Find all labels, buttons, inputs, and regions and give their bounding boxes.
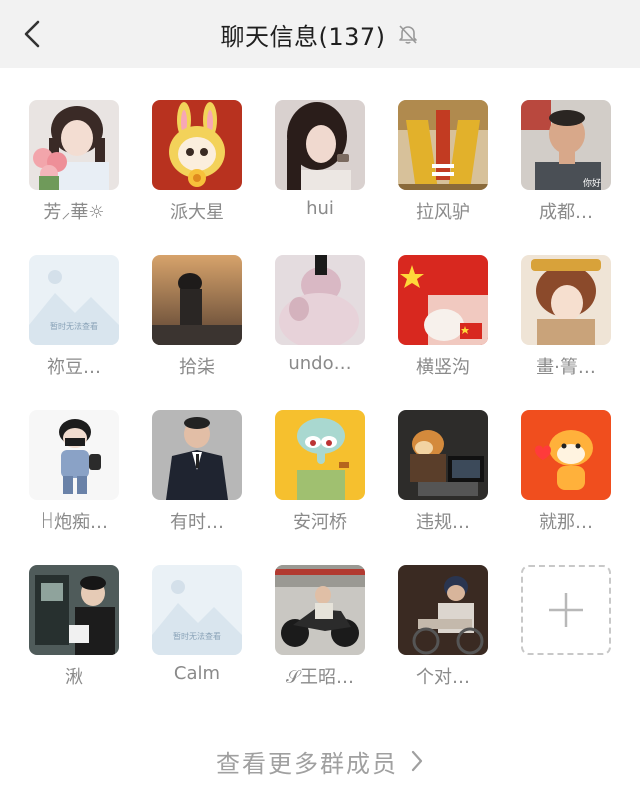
member-item[interactable]: 畫·箐… [521,255,611,385]
avatar [152,410,242,500]
member-name: ꀿ炮痴… [39,512,109,533]
member-name: 就那… [539,512,593,533]
avatar [29,100,119,190]
avatar: 暂时无法查看 [29,255,119,345]
member-name: 成都… [539,202,593,223]
member-item[interactable]: 芳⸝華☼ [29,100,119,230]
svg-text:暂时无法查看: 暂时无法查看 [173,631,221,641]
avatar [275,410,365,500]
view-more-members-link[interactable]: 查看更多群成员 [0,744,640,778]
svg-text:你好: 你好 [583,177,601,189]
member-item[interactable]: 就那… [521,410,611,540]
plus-icon [549,593,583,627]
page-title: 聊天信息(137) [220,22,386,51]
member-item[interactable]: 有时… [152,410,242,540]
avatar [521,255,611,345]
header-bar: 聊天信息(137) [0,0,640,68]
member-name: 拾柒 [179,357,215,378]
svg-text:暂时无法查看: 暂时无法查看 [50,321,98,331]
member-name: 派大星 [170,202,224,223]
avatar [398,255,488,345]
member-name: 违规… [416,512,470,533]
member-item[interactable]: hui [275,100,365,230]
member-name: 畫·箐… [536,357,596,378]
member-name: 安河桥 [293,512,347,533]
avatar [521,410,611,500]
bell-off-icon [396,22,420,46]
avatar [398,410,488,500]
member-item[interactable]: 湫 [29,565,119,695]
member-item[interactable]: 安河桥 [275,410,365,540]
member-name: 芳⸝華☼ [43,202,105,223]
member-name: 有时… [170,512,224,533]
member-name: 祢豆… [47,357,101,378]
avatar [398,100,488,190]
chevron-right-icon [411,750,423,772]
avatar: 暂时无法查看 [152,565,242,655]
member-name: hui [306,198,334,219]
avatar [29,565,119,655]
member-item[interactable]: 派大星 [152,100,242,230]
member-item[interactable]: 𝒮王昭… [275,565,365,695]
avatar [152,255,242,345]
member-item[interactable]: 个对… [398,565,488,695]
avatar [152,100,242,190]
member-name: 横竖沟 [416,357,470,378]
avatar [275,565,365,655]
avatar [398,565,488,655]
member-name: 拉风驴 [416,202,470,223]
member-item[interactable]: 你好 成都… [521,100,611,230]
member-item[interactable]: 横竖沟 [398,255,488,385]
member-item[interactable]: undo… [275,255,365,385]
member-name: 个对… [416,667,470,688]
member-item[interactable]: 暂时无法查看 Calm [152,565,242,695]
member-item[interactable]: ꀿ炮痴… [29,410,119,540]
member-name: 湫 [65,667,83,688]
member-name: Calm [173,663,221,684]
member-item[interactable]: 拉风驴 [398,100,488,230]
avatar: 你好 [521,100,611,190]
avatar [275,255,365,345]
add-member-button[interactable] [521,565,611,695]
member-item[interactable]: 违规… [398,410,488,540]
view-more-label: 查看更多群成员 [216,749,398,778]
member-item[interactable]: 拾柒 [152,255,242,385]
avatar [29,410,119,500]
member-name: undo… [288,353,352,374]
member-item[interactable]: 暂时无法查看 祢豆… [29,255,119,385]
member-name: 𝒮王昭… [286,667,354,688]
avatar [275,100,365,190]
